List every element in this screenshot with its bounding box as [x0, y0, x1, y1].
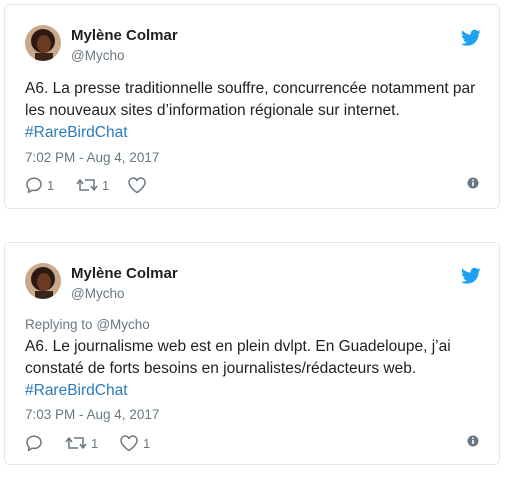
reply-button[interactable]: 1 — [25, 175, 54, 195]
retweet-icon — [65, 437, 87, 449]
tweet-text-content: A6. La presse traditionnelle souffre, co… — [25, 80, 476, 119]
reply-count: 1 — [47, 177, 55, 193]
tweet-actions: 1 1 — [25, 175, 479, 195]
retweet-button[interactable]: 1 — [76, 175, 109, 195]
tweet-actions: 1 1 — [25, 433, 479, 453]
twitter-bird-icon[interactable] — [461, 29, 481, 47]
tweet-text: A6. Le journalisme web est en plein dvlp… — [25, 336, 479, 402]
author-handle[interactable]: @Mycho — [71, 48, 124, 63]
like-button[interactable] — [127, 175, 151, 195]
like-button[interactable]: 1 — [119, 433, 150, 453]
avatar[interactable] — [25, 25, 61, 61]
twitter-bird-icon[interactable] — [461, 267, 481, 285]
hashtag-link[interactable]: #RareBirdChat — [25, 382, 128, 399]
tweet-text-content: A6. Le journalisme web est en plein dvlp… — [25, 338, 451, 377]
tweet-text: A6. La presse traditionnelle souffre, co… — [25, 78, 479, 144]
heart-icon — [128, 177, 146, 194]
author-handle[interactable]: @Mycho — [71, 286, 124, 301]
replying-to-label: Replying to — [25, 317, 93, 332]
replying-to: Replying to @Mycho — [25, 317, 150, 332]
info-icon[interactable] — [467, 177, 479, 189]
info-icon[interactable] — [467, 435, 479, 447]
retweet-icon — [76, 179, 98, 191]
tweet-card[interactable]: Mylène Colmar @Mycho Replying to @Mycho … — [4, 242, 500, 465]
timestamp[interactable]: 7:03 PM - Aug 4, 2017 — [25, 407, 159, 422]
avatar[interactable] — [25, 263, 61, 299]
reply-button[interactable] — [25, 433, 47, 453]
tweet-card[interactable]: Mylène Colmar @Mycho A6. La presse tradi… — [4, 4, 500, 209]
hashtag-link[interactable]: #RareBirdChat — [25, 124, 128, 141]
retweet-count: 1 — [91, 435, 99, 451]
like-count: 1 — [143, 435, 151, 451]
reply-icon — [26, 177, 42, 194]
replying-to-handle[interactable]: @Mycho — [96, 317, 149, 332]
retweet-button[interactable]: 1 — [65, 433, 98, 453]
author-name[interactable]: Mylène Colmar — [71, 27, 178, 44]
timestamp[interactable]: 7:02 PM - Aug 4, 2017 — [25, 150, 159, 165]
heart-icon — [120, 435, 138, 452]
retweet-count: 1 — [102, 177, 110, 193]
reply-icon — [26, 435, 42, 452]
author-name[interactable]: Mylène Colmar — [71, 265, 178, 282]
